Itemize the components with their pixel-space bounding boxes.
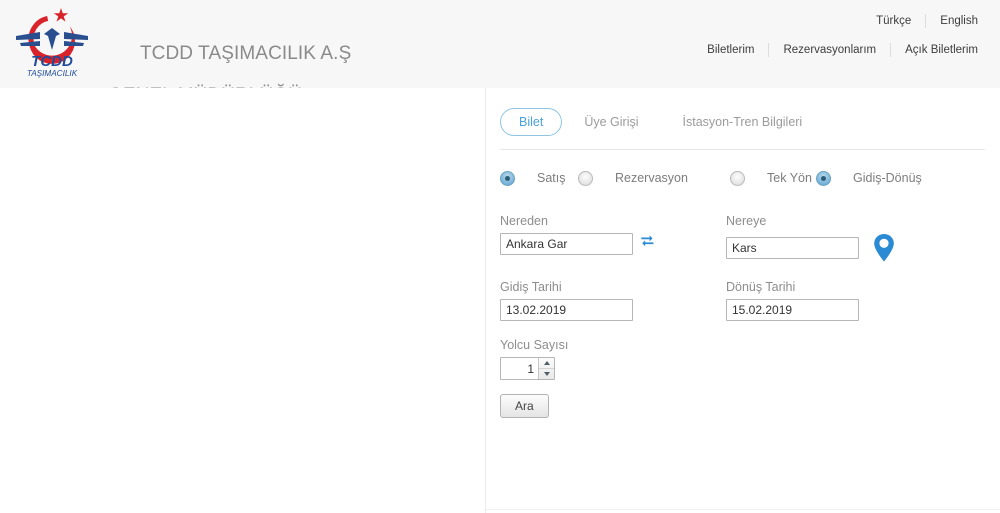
destination-input[interactable]	[726, 237, 859, 259]
radio-rezervasyon-label: Rezervasyon	[615, 171, 688, 185]
page-root: TCDD TAŞIMACILIK TCDD TAŞIMACILIK A.Ş GE…	[0, 0, 1000, 513]
ticket-search-form: Satış Rezervasyon Tek Yön Gidiş-Dönüş	[500, 166, 990, 418]
dates-row: Gidiş Tarihi Dönüş Tarihi	[500, 280, 990, 321]
stepper-increment-button[interactable]	[539, 358, 554, 368]
depart-date-input[interactable]	[500, 299, 633, 321]
quantity-stepper[interactable]	[500, 357, 555, 380]
nav-link-acik-biletlerim[interactable]: Açık Biletlerim	[890, 43, 992, 57]
nav-link-rezervasyonlarim[interactable]: Rezervasyonlarım	[768, 43, 890, 57]
destination-label: Nereye	[726, 214, 895, 228]
origin-destination-row: Nereden Nereye	[500, 214, 990, 263]
chevron-down-icon	[544, 372, 550, 376]
svg-text:TCDD: TCDD	[31, 53, 73, 70]
chevron-up-icon	[544, 361, 550, 365]
radio-rezervasyon-indicator[interactable]	[578, 171, 593, 186]
footer-divider	[486, 509, 1000, 510]
left-content-pane	[0, 88, 486, 513]
stepper-decrement-button[interactable]	[539, 368, 554, 379]
search-row: Ara	[500, 394, 990, 418]
language-nav: Türkçe English	[862, 14, 992, 28]
radio-satis-indicator[interactable]	[500, 171, 515, 186]
origin-label: Nereden	[500, 214, 726, 228]
origin-input-row	[500, 233, 726, 255]
lang-link-english[interactable]: English	[925, 14, 992, 28]
depart-date-group: Gidiş Tarihi	[500, 280, 726, 321]
depart-date-label: Gidiş Tarihi	[500, 280, 726, 294]
svg-text:TAŞIMACILIK: TAŞIMACILIK	[27, 69, 78, 78]
swap-arrows-icon[interactable]	[640, 233, 656, 249]
radio-tek-yon[interactable]: Tek Yön	[730, 171, 816, 186]
main-nav: Biletlerim Rezervasyonlarım Açık Biletle…	[693, 43, 992, 57]
return-date-input[interactable]	[726, 299, 859, 321]
map-pin-icon[interactable]	[873, 233, 895, 263]
destination-group: Nereye	[726, 214, 895, 263]
origin-input[interactable]	[500, 233, 633, 255]
destination-input-row	[726, 233, 895, 263]
nav-link-biletlerim[interactable]: Biletlerim	[693, 43, 768, 57]
lang-link-turkce[interactable]: Türkçe	[862, 14, 925, 28]
tab-bilet[interactable]: Bilet	[500, 108, 562, 136]
tcdd-logo-icon[interactable]: TCDD TAŞIMACILIK	[10, 6, 94, 80]
booking-widget: Bilet Üye Girişi İstasyon-Tren Bilgileri…	[486, 88, 1000, 513]
passenger-count-input[interactable]	[501, 358, 538, 379]
radio-tek-yon-indicator[interactable]	[730, 171, 745, 186]
widget-tabs: Bilet Üye Girişi İstasyon-Tren Bilgileri	[500, 108, 824, 136]
brand-line-1: TCDD TAŞIMACILIK A.Ş	[140, 43, 351, 64]
radio-satis-label: Satış	[537, 171, 566, 185]
radio-satis[interactable]: Satış	[500, 171, 574, 186]
passenger-group: Yolcu Sayısı	[500, 338, 990, 380]
radio-tek-yon-label: Tek Yön	[767, 171, 812, 185]
tab-istasyon-tren-bilgileri[interactable]: İstasyon-Tren Bilgileri	[661, 109, 825, 135]
tab-uye-girisi[interactable]: Üye Girişi	[562, 109, 660, 135]
passenger-count-label: Yolcu Sayısı	[500, 338, 990, 352]
site-header: TCDD TAŞIMACILIK TCDD TAŞIMACILIK A.Ş GE…	[0, 0, 1000, 88]
stepper-buttons	[538, 358, 554, 379]
radio-gidis-donus-label: Gidiş-Dönüş	[853, 171, 922, 185]
radio-gidis-donus[interactable]: Gidiş-Dönüş	[816, 171, 922, 186]
origin-group: Nereden	[500, 214, 726, 255]
options-row: Satış Rezervasyon Tek Yön Gidiş-Dönüş	[500, 166, 990, 190]
radio-gidis-donus-indicator[interactable]	[816, 171, 831, 186]
return-date-group: Dönüş Tarihi	[726, 280, 859, 321]
return-date-label: Dönüş Tarihi	[726, 280, 859, 294]
radio-rezervasyon[interactable]: Rezervasyon	[578, 171, 730, 186]
tab-divider	[500, 149, 985, 150]
search-button[interactable]: Ara	[500, 394, 549, 418]
